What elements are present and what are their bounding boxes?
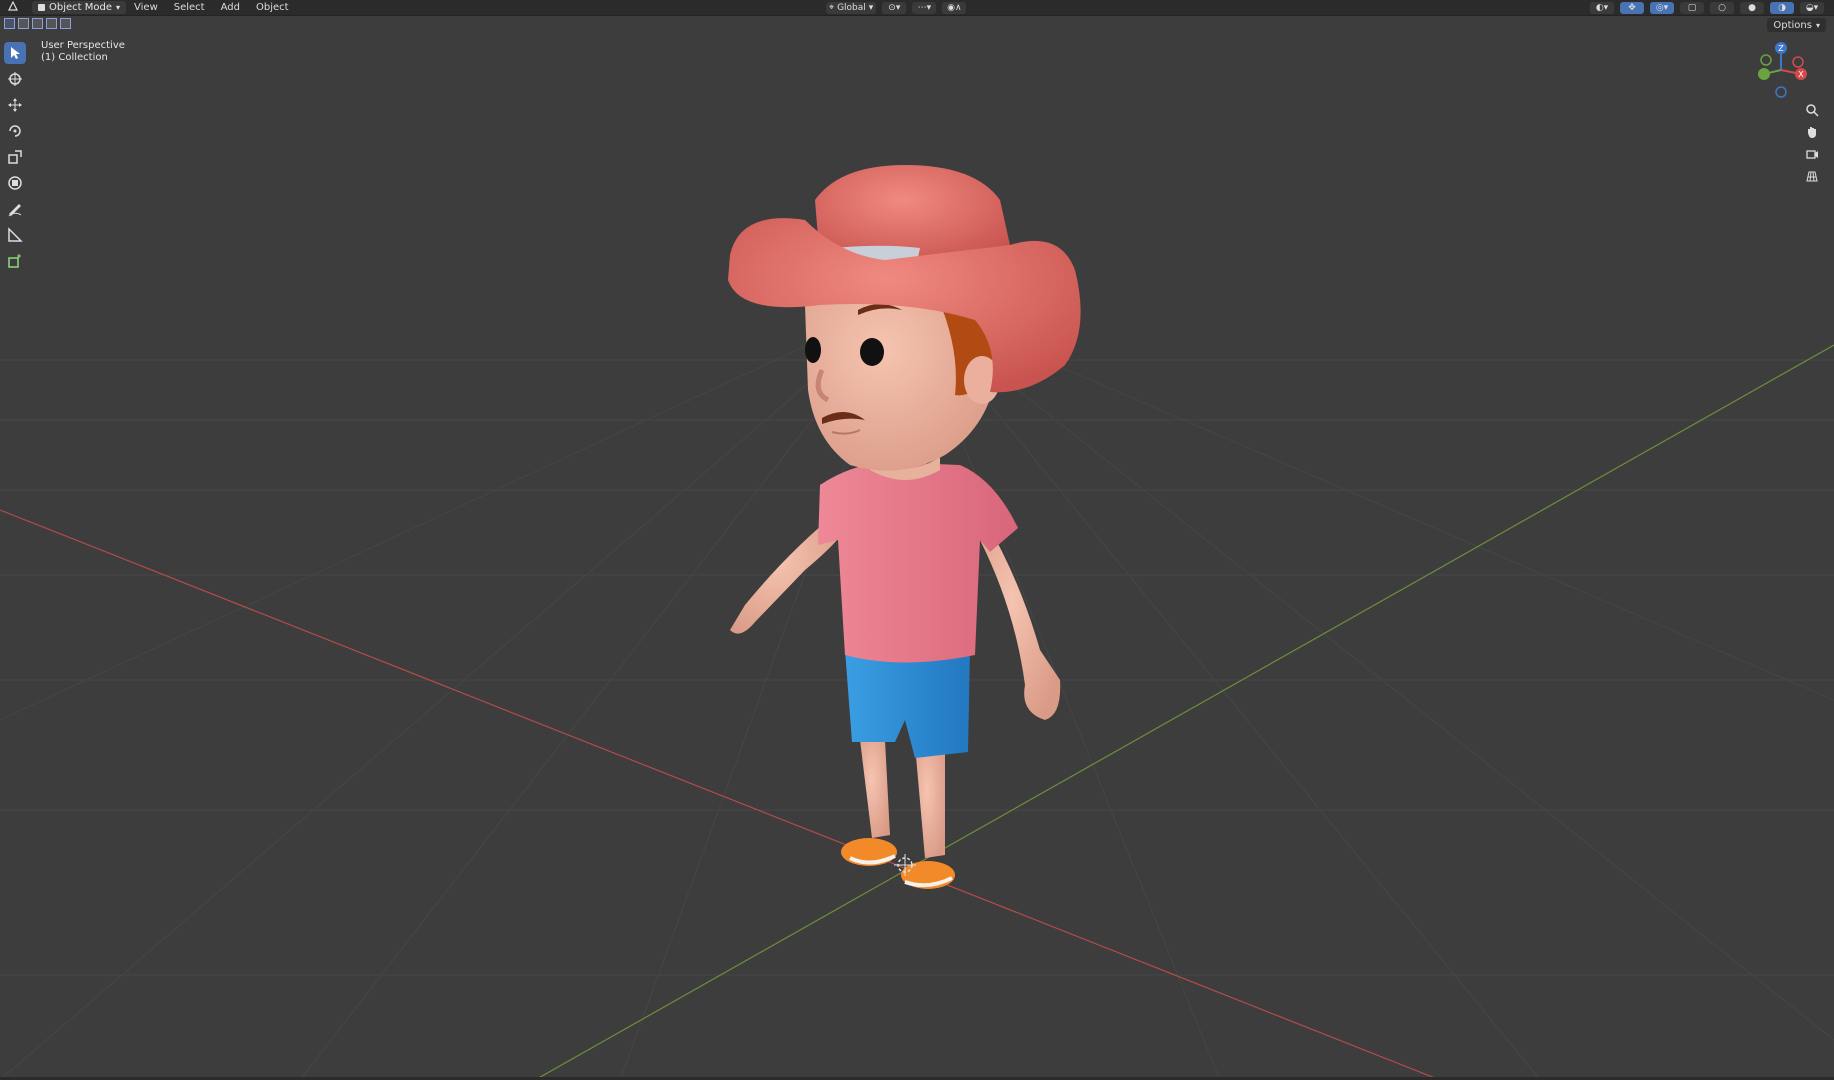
x-axis-line: [0, 509, 1437, 1078]
measure-tool[interactable]: [4, 224, 26, 246]
gizmo-neg-x[interactable]: [1792, 56, 1804, 68]
transform-tools: ⌖ Global ▾ ⊙▾ ⋯▾ ◉∧: [826, 0, 967, 15]
gizmo-neg-y[interactable]: [1760, 54, 1772, 66]
chevron-down-icon: ▾: [116, 3, 121, 12]
viewport-info: User Perspective (1) Collection: [41, 40, 125, 64]
select-box-tool[interactable]: [4, 42, 26, 64]
hand-pan-icon[interactable]: [1804, 124, 1820, 140]
header-right-tools: ◐▾ ✥ ◎▾ ▢ ○ ● ◑ ◒▾: [1590, 0, 1824, 15]
add-cube-icon: [8, 254, 21, 268]
select-box-icon: [11, 47, 20, 59]
left-toolbar: [4, 42, 26, 272]
proportional-edit-icon: ◉∧: [947, 2, 962, 13]
pivot-point-button[interactable]: ⊙▾: [882, 1, 907, 14]
right-leg: [915, 745, 945, 858]
shading-solid-button[interactable]: ●: [1740, 1, 1764, 14]
orientation-icon: ⌖: [829, 2, 835, 13]
overlay-icon: ◎▾: [1655, 2, 1669, 13]
mode-label: Object Mode: [49, 2, 112, 13]
perspective-label: User Perspective: [41, 40, 125, 51]
y-axis-line: [537, 344, 1834, 1078]
shading-material-button[interactable]: ◑: [1770, 1, 1794, 14]
right-eye: [860, 338, 884, 366]
visibility-button[interactable]: ◐▾: [1590, 1, 1614, 14]
shorts: [845, 650, 970, 758]
gizmo-x-label: X: [1798, 70, 1804, 79]
scale-tool[interactable]: [4, 146, 26, 168]
cursor-tool[interactable]: [4, 68, 26, 90]
gizmo-icon: ✥: [1628, 2, 1636, 13]
camera-view-icon[interactable]: [1804, 146, 1820, 162]
editor-type-button[interactable]: [0, 0, 28, 14]
editor-type-icon: [8, 0, 18, 11]
chevron-down-icon: ▾: [868, 2, 874, 13]
menu-object[interactable]: Object: [248, 2, 297, 13]
snap-icon: ⋯▾: [917, 2, 932, 13]
viewport-nav-buttons: [1804, 102, 1820, 184]
transform-orientation-label: Global: [837, 2, 866, 13]
menu-add[interactable]: Add: [213, 2, 248, 13]
proportional-edit-button[interactable]: ◉∧: [942, 1, 967, 14]
solid-icon: ●: [1748, 2, 1756, 13]
gizmo-neg-z[interactable]: [1775, 86, 1787, 98]
mode-select[interactable]: Object Mode ▾: [32, 1, 127, 14]
annotate-icon: [8, 204, 22, 217]
gizmo-z-label: Z: [1778, 44, 1784, 53]
collection-label: (1) Collection: [41, 52, 108, 63]
move-icon: [8, 98, 22, 112]
transform-tool[interactable]: [4, 172, 26, 194]
move-tool[interactable]: [4, 94, 26, 116]
overlay-toggle-button[interactable]: ◎▾: [1650, 1, 1674, 14]
shading-rendered-button[interactable]: ◒▾: [1800, 1, 1824, 14]
rendered-icon: ◒▾: [1805, 2, 1819, 13]
material-icon: ◑: [1778, 2, 1786, 13]
gizmo-y-axis[interactable]: [1758, 68, 1770, 80]
character-model[interactable]: [728, 165, 1081, 889]
menu-view[interactable]: View: [126, 2, 166, 13]
scale-icon: [8, 150, 22, 164]
xray-icon: ▢: [1687, 2, 1697, 13]
snap-toggle-button[interactable]: ⋯▾: [912, 1, 937, 14]
eye-icon: ◐▾: [1595, 2, 1609, 13]
zoom-icon[interactable]: [1804, 102, 1820, 118]
cursor-icon: [8, 72, 22, 86]
xray-toggle-button[interactable]: ▢: [1680, 1, 1704, 14]
transform-orientation-select[interactable]: ⌖ Global ▾: [826, 1, 877, 14]
left-leg: [860, 740, 890, 838]
wireframe-icon: ○: [1718, 2, 1726, 13]
transform-icon: [8, 176, 22, 190]
add-cube-tool[interactable]: [4, 250, 26, 272]
rotate-tool[interactable]: [4, 120, 26, 142]
navigation-gizmo[interactable]: Z X: [1746, 40, 1816, 100]
gizmo-toggle-button[interactable]: ✥: [1620, 1, 1644, 14]
left-eye: [805, 337, 821, 363]
rotate-icon: [9, 125, 21, 137]
shading-wireframe-button[interactable]: ○: [1710, 1, 1734, 14]
perspective-toggle-icon[interactable]: [1804, 168, 1820, 184]
measure-icon: [8, 227, 23, 242]
menu-select[interactable]: Select: [166, 2, 213, 13]
3d-viewport[interactable]: [0, 16, 1834, 1078]
annotate-tool[interactable]: [4, 198, 26, 220]
pivot-icon: ⊙▾: [888, 2, 901, 13]
shirt: [818, 462, 1018, 663]
object-mode-icon: [38, 4, 45, 11]
